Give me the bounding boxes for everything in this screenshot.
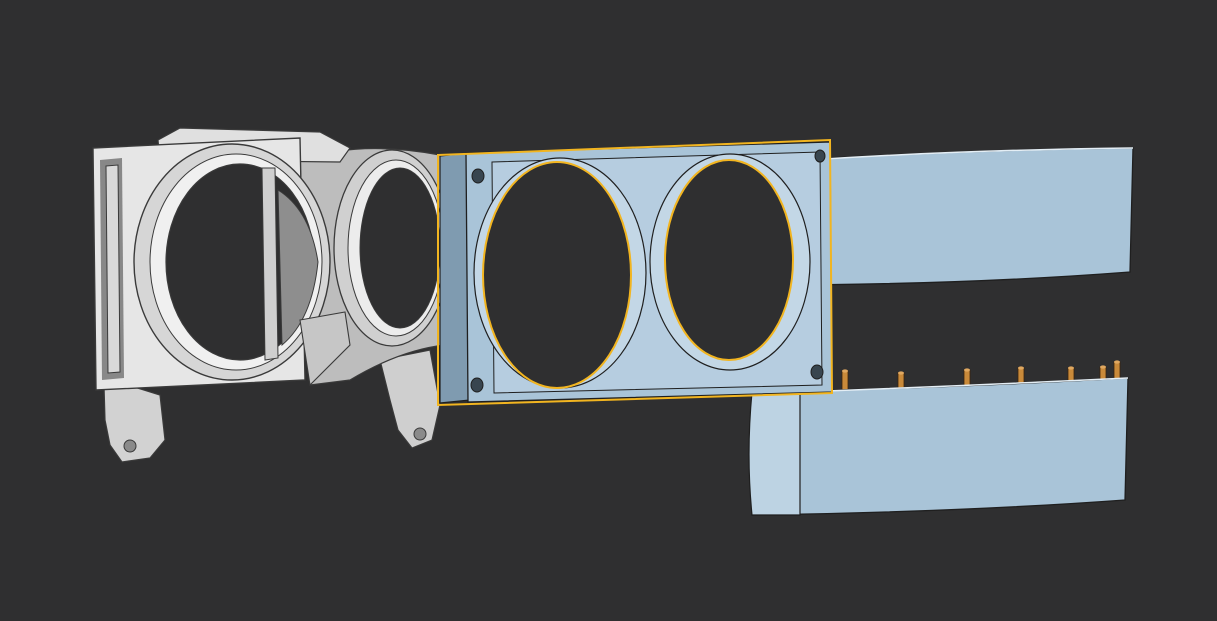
frame-left-side bbox=[439, 152, 471, 404]
shroud-tab-hole-left bbox=[123, 439, 137, 453]
shroud-mount-tab-right bbox=[379, 349, 441, 449]
frame-fan-ring-left-hole bbox=[482, 161, 632, 389]
shroud-duct-ring-rear-hole bbox=[359, 167, 441, 329]
fan-duct-shroud-part[interactable] bbox=[92, 127, 451, 463]
frame-hole-top-right bbox=[814, 149, 826, 163]
frame-hole-top-left bbox=[471, 168, 485, 184]
fan-mount-frame-part[interactable] bbox=[437, 138, 834, 407]
frame-hole-bottom-right bbox=[810, 364, 824, 380]
pin bbox=[841, 369, 849, 392]
frame-hole-bottom-left bbox=[470, 377, 484, 393]
cad-scene[interactable] bbox=[0, 0, 1217, 621]
lower-plate-end-face bbox=[748, 391, 801, 516]
lower-plate-body bbox=[751, 377, 1129, 516]
shroud-duct-inner-wall bbox=[261, 167, 279, 361]
cad-3d-viewport[interactable] bbox=[0, 0, 1217, 621]
shroud-frame-inner-left bbox=[105, 164, 121, 374]
lower-curved-plate-part[interactable] bbox=[748, 377, 1129, 516]
frame-fan-ring-right-hole bbox=[664, 159, 794, 361]
shroud-tab-hole-right bbox=[413, 427, 427, 441]
